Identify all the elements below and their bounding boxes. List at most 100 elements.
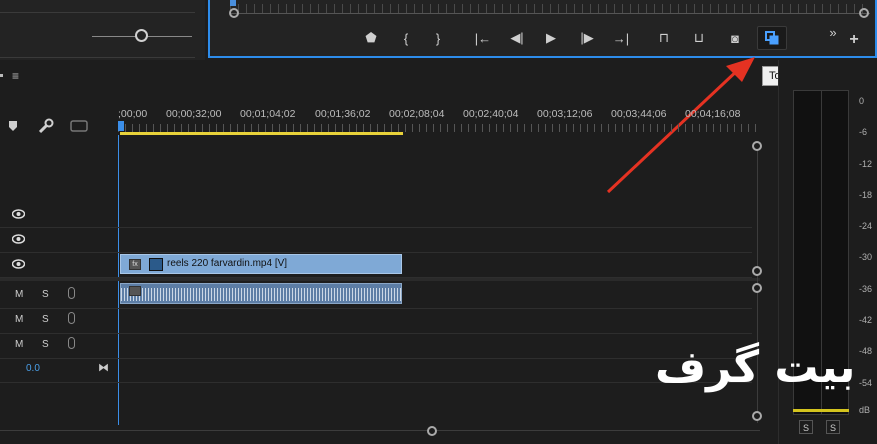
fx-badge: fx <box>129 259 141 270</box>
extract-icon: ⊔ <box>693 30 705 45</box>
camera-icon: ◙ <box>731 30 739 46</box>
divider <box>0 12 195 13</box>
video-clip[interactable]: fx reels 220 farvardin.mp4 [V] <box>120 254 402 274</box>
captions-icon[interactable] <box>70 120 88 132</box>
db-label: -18 <box>859 190 873 200</box>
microphone-icon[interactable] <box>68 337 75 349</box>
work-area-bar[interactable] <box>120 132 403 135</box>
track-header-a2: M S <box>0 309 117 333</box>
track-header-v2 <box>0 228 117 252</box>
fx-badge <box>129 286 141 296</box>
lift-icon: ⊓ <box>658 30 670 45</box>
timeline-header: ≡ <box>0 68 770 86</box>
eye-icon[interactable] <box>12 234 25 244</box>
button-editor-button[interactable]: + <box>843 30 865 50</box>
vertical-scroll-handle-mid[interactable] <box>752 266 762 276</box>
mark-out-icon: } <box>435 30 441 46</box>
db-label: -48 <box>859 346 873 356</box>
plus-icon: + <box>849 31 859 48</box>
eye-icon[interactable] <box>12 259 25 269</box>
go-to-out-button[interactable]: →| <box>610 28 632 48</box>
solo-right-button[interactable]: S <box>826 420 840 434</box>
toggle-proxies-button[interactable] <box>757 26 787 50</box>
vertical-scroll-handle-top[interactable] <box>752 141 762 151</box>
horizontal-scroll-track[interactable] <box>0 430 760 431</box>
mute-button[interactable]: M <box>15 314 23 325</box>
zoom-slider-handle[interactable] <box>135 29 148 42</box>
step-forward-button[interactable]: |▶ <box>576 28 598 48</box>
track-row-a2: M S <box>0 309 752 334</box>
track-header-master: 0.0 ⧓ <box>0 358 117 382</box>
mark-out-button[interactable]: } <box>427 28 449 48</box>
extract-button[interactable]: ⊔ <box>688 28 710 48</box>
panel-tab-grip[interactable] <box>0 74 3 77</box>
db-label: -54 <box>859 378 873 388</box>
marker-icon: ⬟ <box>365 30 377 45</box>
program-monitor-panel: ⬟ { } |← ◀| ▶ |▶ →| ⊓ ⊔ ◙ » + <box>208 0 877 58</box>
go-to-in-button[interactable]: |← <box>472 28 494 48</box>
track-row-v2 <box>0 228 752 253</box>
timecode-label: 00;03;12;06 <box>537 108 593 120</box>
program-scrub-bar[interactable] <box>230 13 870 14</box>
ruler-ticks <box>118 124 758 132</box>
add-marker-icon[interactable] <box>8 120 18 132</box>
timecode-label: 00;01;36;02 <box>315 108 371 120</box>
track-header-v1 <box>0 253 117 277</box>
track-header-v3 <box>0 203 117 227</box>
step-back-button[interactable]: ◀| <box>506 28 528 48</box>
program-zoom-handle-right[interactable] <box>859 8 869 18</box>
track-row-v3 <box>0 203 752 228</box>
mark-in-button[interactable]: { <box>395 28 417 48</box>
track-row-a3: M S <box>0 334 752 359</box>
timecode-label: ;00;00 <box>118 108 148 120</box>
lift-button[interactable]: ⊓ <box>653 28 675 48</box>
vertical-scroll-handle-bottom[interactable] <box>752 411 762 421</box>
mute-button[interactable]: M <box>15 339 23 350</box>
db-label: -36 <box>859 284 873 294</box>
timecode-label: 00;00;32;00 <box>166 108 222 120</box>
export-frame-button[interactable]: ◙ <box>724 28 746 48</box>
panel-menu-icon[interactable]: ≡ <box>12 69 19 83</box>
horizontal-scroll-handle[interactable] <box>427 426 437 436</box>
timecode-label: 00;02;40;04 <box>463 108 519 120</box>
solo-button[interactable]: S <box>42 289 49 300</box>
video-audio-divider[interactable] <box>0 278 760 281</box>
wrench-icon[interactable] <box>38 118 54 134</box>
step-back-icon: ◀| <box>510 30 524 45</box>
microphone-icon[interactable] <box>68 312 75 324</box>
eye-icon[interactable] <box>12 209 25 219</box>
play-icon: ▶ <box>546 30 556 45</box>
timecode-label: 00;03;44;06 <box>611 108 667 120</box>
track-header-a3: M S <box>0 334 117 358</box>
mute-button[interactable]: M <box>15 289 23 300</box>
db-label: -24 <box>859 221 873 231</box>
double-chevron-icon: » <box>829 24 837 40</box>
audio-clip[interactable] <box>120 283 402 304</box>
db-label: -42 <box>859 315 873 325</box>
timeline-time-ruler[interactable]: ;00;00 00;00;32;00 00;01;04;02 00;01;36;… <box>118 104 758 136</box>
add-marker-button[interactable]: ⬟ <box>360 28 382 48</box>
master-bowtie-icon[interactable]: ⧓ <box>98 361 109 374</box>
timeline-tools <box>0 112 115 140</box>
master-volume-value[interactable]: 0.0 <box>26 363 40 374</box>
microphone-icon[interactable] <box>68 287 75 299</box>
solo-left-button[interactable]: S <box>799 420 813 434</box>
mark-in-icon: { <box>403 30 409 46</box>
track-row-master: 0.0 ⧓ <box>0 358 752 383</box>
db-label: 0 <box>859 96 865 106</box>
go-to-out-icon: →| <box>612 30 630 46</box>
timecode-label: 00;02;08;04 <box>389 108 445 120</box>
step-forward-icon: |▶ <box>580 30 594 45</box>
more-buttons-button[interactable]: » <box>822 22 844 42</box>
track-header-a1: M S <box>0 284 117 308</box>
source-monitor-panel <box>0 0 205 60</box>
playhead-handle[interactable] <box>118 121 124 131</box>
solo-button[interactable]: S <box>42 314 49 325</box>
program-playhead[interactable] <box>230 0 236 6</box>
watermark: بیت گرف <box>655 342 856 393</box>
timecode-label: 00;04;16;08 <box>685 108 741 120</box>
solo-button[interactable]: S <box>42 339 49 350</box>
vertical-scroll-handle[interactable] <box>752 283 762 293</box>
program-zoom-handle-left[interactable] <box>229 8 239 18</box>
play-button[interactable]: ▶ <box>540 28 562 48</box>
